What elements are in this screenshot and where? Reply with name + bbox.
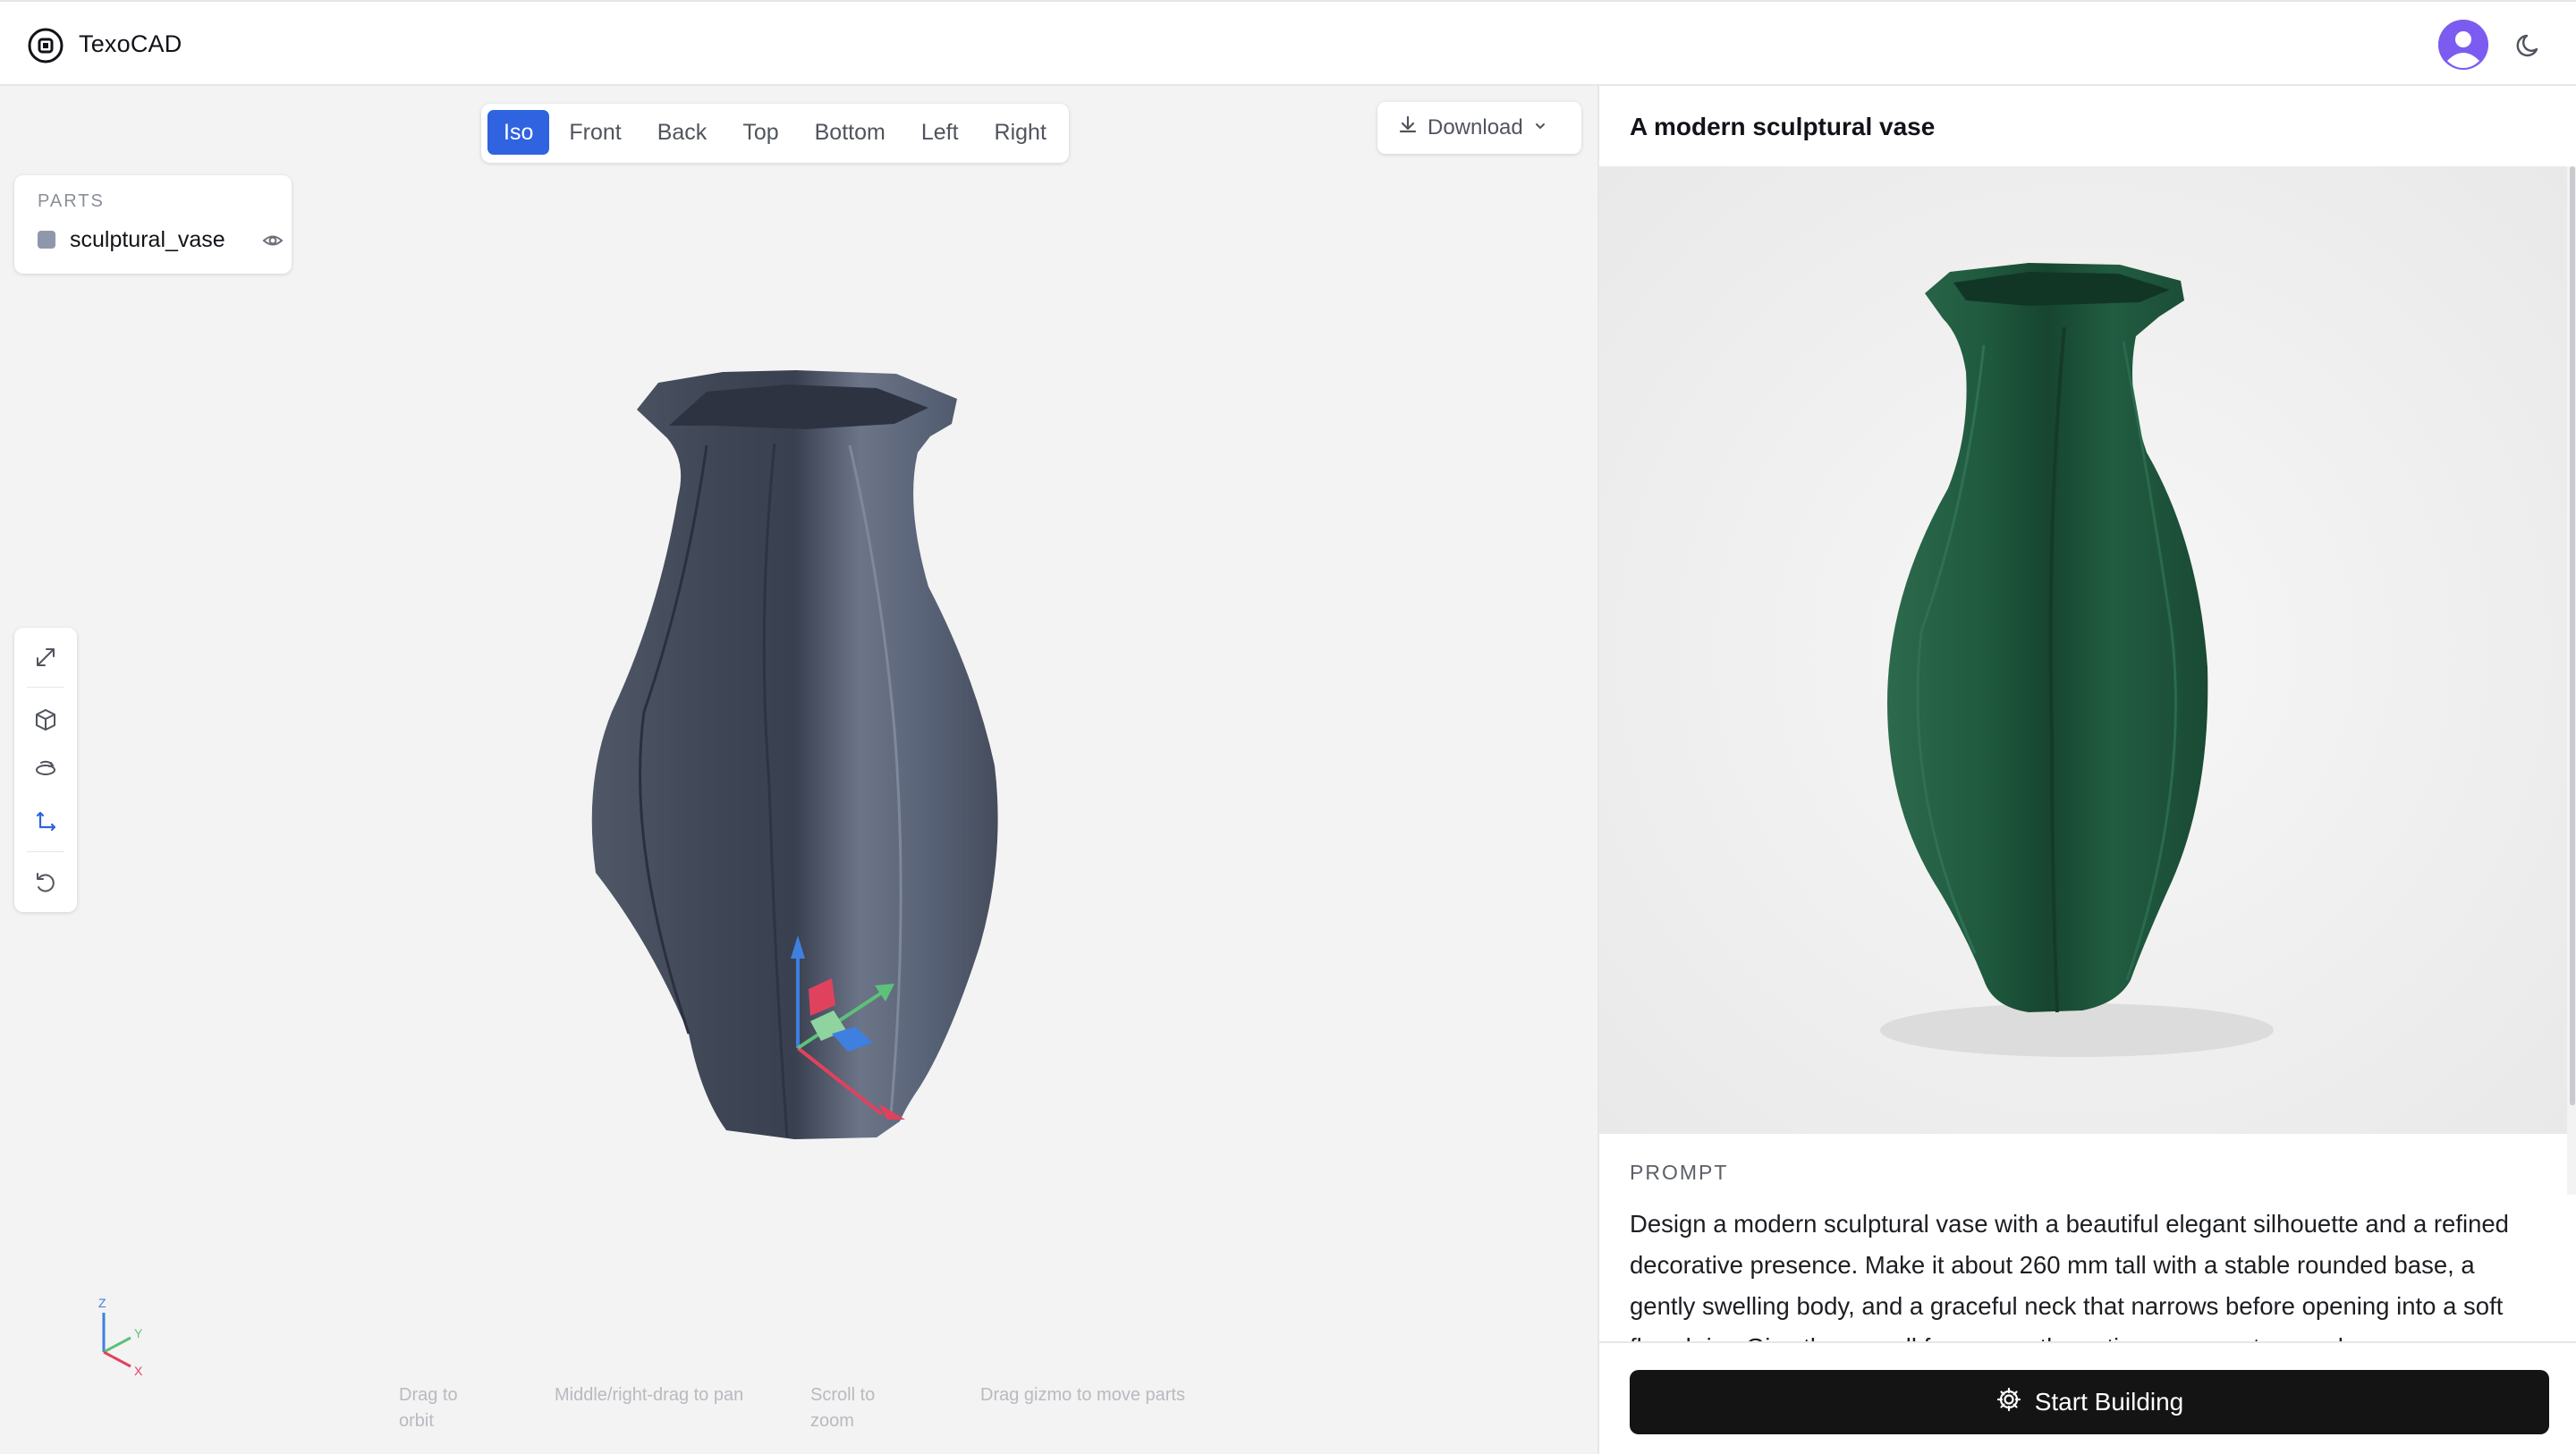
tab-iso[interactable]: Iso — [487, 110, 550, 155]
cad-viewport[interactable]: Iso Front Back Top Bottom Left Right Dow… — [0, 86, 1597, 1454]
build-bar: Start Building — [1599, 1341, 2576, 1454]
interaction-hints: Drag to orbit Middle/right-drag to pan S… — [379, 1382, 1274, 1445]
axis-z-label: Z — [98, 1296, 106, 1310]
start-building-button[interactable]: Start Building — [1630, 1370, 2549, 1434]
gear-icon — [1996, 1386, 2022, 1419]
tab-bottom[interactable]: Bottom — [799, 110, 902, 155]
details-panel: A modern sculptural vase PROMPT Design a… — [1597, 86, 2576, 1454]
scrollbar[interactable] — [2567, 166, 2576, 1195]
reference-image — [1599, 166, 2567, 1134]
download-icon — [1397, 114, 1419, 142]
reset-icon[interactable] — [29, 866, 63, 900]
hint-move: Drag gizmo to move parts — [980, 1385, 1185, 1405]
part-name: sculptural_vase — [70, 226, 225, 252]
hint-zoom: Scroll to zoom — [810, 1385, 876, 1431]
eye-icon[interactable] — [261, 229, 284, 252]
model-title: A modern sculptural vase — [1630, 113, 1936, 140]
part-color-swatch — [38, 231, 55, 249]
tab-top[interactable]: Top — [726, 110, 794, 155]
user-avatar[interactable] — [2438, 20, 2488, 70]
orbit-icon[interactable] — [29, 753, 63, 787]
tab-back[interactable]: Back — [641, 110, 724, 155]
scrollbar-thumb[interactable] — [2570, 166, 2575, 1105]
top-bar: TexoCAD — [0, 0, 2576, 86]
moon-icon[interactable] — [2515, 30, 2544, 59]
tab-left[interactable]: Left — [905, 110, 975, 155]
start-building-label: Start Building — [2034, 1388, 2184, 1416]
divider — [27, 687, 64, 688]
axis-x-label: X — [134, 1364, 143, 1378]
parts-heading: PARTS — [38, 191, 105, 211]
prompt-section: PROMPT Design a modern sculptural vase w… — [1599, 1134, 2567, 1341]
tab-right[interactable]: Right — [979, 110, 1063, 155]
divider — [27, 851, 64, 852]
view-tools — [14, 628, 77, 912]
app-title: TexoCAD — [79, 30, 182, 57]
part-item[interactable]: sculptural_vase — [38, 222, 284, 258]
axes-icon[interactable] — [29, 805, 63, 839]
view-tabs: Iso Front Back Top Bottom Left Right — [481, 104, 1069, 163]
expand-icon[interactable] — [29, 640, 63, 674]
vase-3d-model[interactable] — [0, 86, 1597, 1454]
texocad-logo-icon[interactable] — [27, 27, 64, 64]
orientation-axes: Z Y X — [98, 1296, 143, 1378]
chevron-down-icon — [1532, 115, 1548, 140]
tab-front[interactable]: Front — [553, 110, 637, 155]
download-button[interactable]: Download — [1377, 102, 1581, 154]
hint-pan: Middle/right-drag to pan — [555, 1385, 744, 1405]
prompt-label: PROMPT — [1630, 1161, 1729, 1184]
cube-icon[interactable] — [29, 703, 63, 737]
axis-y-label: Y — [134, 1326, 143, 1340]
vase-body[interactable] — [591, 370, 998, 1139]
parts-panel: PARTS sculptural_vase — [14, 175, 292, 274]
download-label: Download — [1428, 115, 1523, 139]
prompt-text: Design a modern sculptural vase with a b… — [1630, 1210, 2509, 1341]
hint-orbit: Drag to orbit — [399, 1385, 458, 1431]
